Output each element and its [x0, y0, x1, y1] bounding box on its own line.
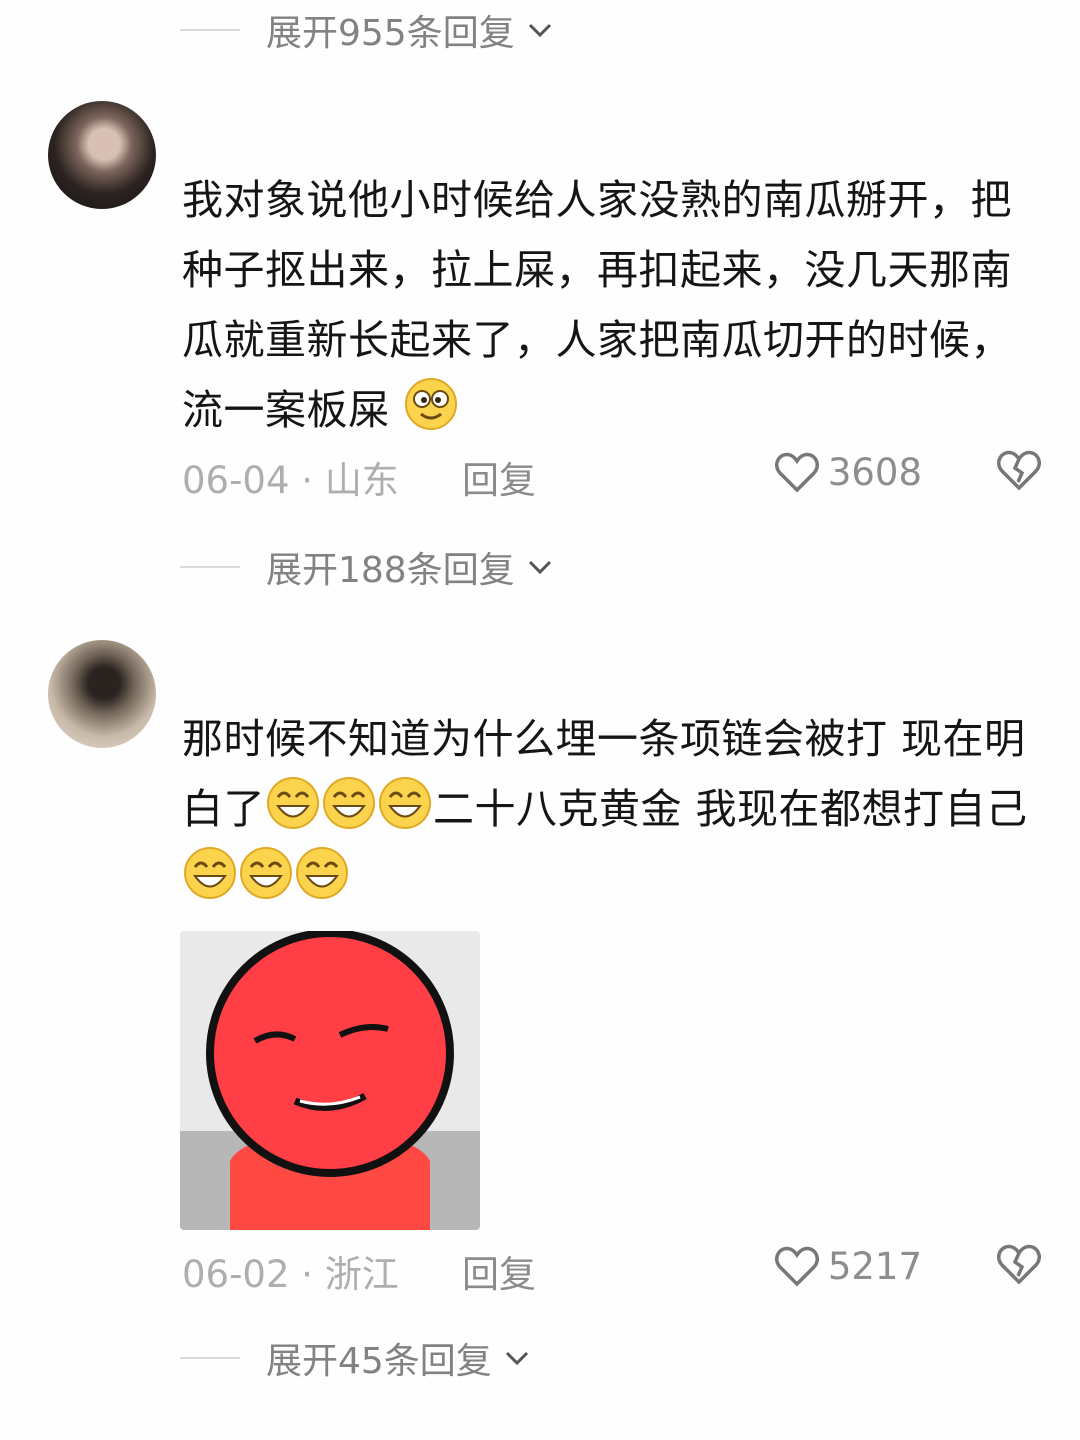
laughing-emoji — [184, 847, 236, 899]
reply-button[interactable]: 回复 — [462, 1244, 536, 1298]
like-count: 5217 — [827, 1244, 922, 1288]
like-button[interactable]: 3608 — [774, 450, 922, 494]
broken-heart-icon[interactable] — [996, 1242, 1042, 1286]
chevron-down-icon — [528, 23, 551, 38]
avatar[interactable] — [48, 101, 156, 209]
heart-icon — [774, 452, 819, 493]
comment-body: 我对象说他小时候给人家没熟的南瓜掰开，把种子抠出来，拉上屎，再扣起来，没几天那南… — [182, 165, 1032, 445]
laughing-emoji — [379, 777, 431, 829]
avatar[interactable] — [48, 640, 156, 748]
sticker-image[interactable] — [180, 931, 480, 1230]
comment-date: 06-04 · 山东 — [182, 459, 399, 502]
laughing-emoji — [240, 847, 292, 899]
divider-line — [180, 29, 240, 31]
reply-button[interactable]: 回复 — [462, 450, 536, 504]
red-face-sticker — [180, 931, 480, 1230]
like-button[interactable]: 5217 — [774, 1244, 922, 1288]
heart-icon — [774, 1246, 819, 1287]
laughing-emoji — [323, 777, 375, 829]
comment-text: 我对象说他小时候给人家没熟的南瓜掰开，把种子抠出来，拉上屎，再扣起来，没几天那南… — [182, 176, 1012, 434]
expand-replies-label: 展开188条回复 — [266, 550, 515, 591]
comment-text-part2: 二十八克黄金 我现在都想打自己 — [433, 785, 1028, 833]
expand-replies-label: 展开45条回复 — [266, 1341, 492, 1382]
chevron-down-icon — [505, 1351, 528, 1366]
laughing-emoji — [296, 847, 348, 899]
comment-meta: 06-04 · 山东 回复 3608 — [182, 450, 1042, 510]
broken-heart-icon[interactable] — [996, 448, 1042, 492]
expand-replies-top[interactable]: 展开955条回复 — [180, 0, 555, 60]
expand-replies-comment-2[interactable]: 展开45条回复 — [180, 1328, 532, 1388]
comment-meta: 06-02 · 浙江 回复 5217 — [182, 1244, 1042, 1304]
comment-date: 06-02 · 浙江 — [182, 1253, 399, 1296]
goofy-emoji — [405, 378, 458, 430]
laughing-emoji — [267, 777, 319, 829]
expand-replies-label: 展开955条回复 — [266, 13, 515, 54]
like-count: 3608 — [827, 450, 922, 494]
divider-line — [180, 1357, 240, 1359]
chevron-down-icon — [528, 560, 551, 575]
divider-line — [180, 566, 240, 568]
expand-replies-comment-1[interactable]: 展开188条回复 — [180, 537, 555, 597]
comment-body: 那时候不知道为什么埋一条项链会被打 现在明白了 二十八克黄金 我现在都想打自己 — [182, 704, 1032, 914]
